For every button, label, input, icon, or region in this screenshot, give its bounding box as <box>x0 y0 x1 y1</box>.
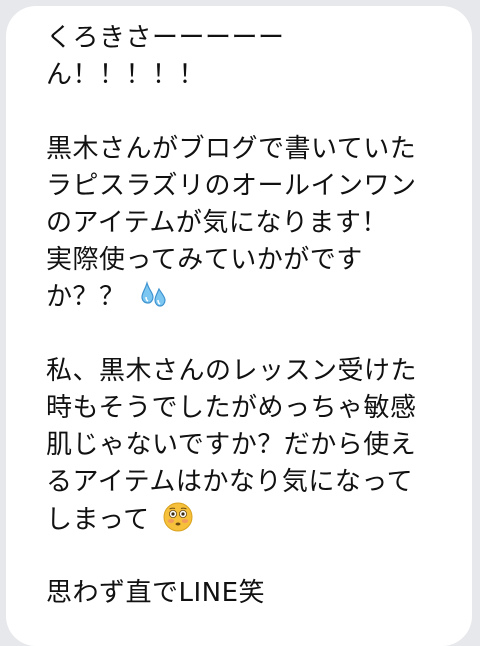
message-line: 肌じゃないですか？だから使え <box>46 430 417 460</box>
message-line: くろきさーーーーー <box>46 23 285 53</box>
message-line-with-emoji: しまって <box>46 501 452 538</box>
message-line: ん！！！！！ <box>46 60 206 90</box>
message-line: 黒木さんがブログで書いていた <box>46 134 417 164</box>
message-line: 思わず直でLINE笑 <box>46 578 266 608</box>
message-line: のアイテムが気になります！ <box>46 208 388 238</box>
message-line: ラピスラズリのオールインワン <box>46 171 417 201</box>
flushed-face-emoji-icon <box>162 501 194 544</box>
message-line: 実際使ってみていかがです <box>46 245 363 275</box>
message-line: 私、黒木さんのレッスン受けた <box>46 356 418 386</box>
message-line-with-emoji: か？？ <box>46 279 452 316</box>
message-line: 時もそうでしたがめっちゃ敏感 <box>46 393 417 423</box>
message-bubble: くろきさーーーーー ん！！！！！ 黒木さんがブログで書いていた ラピスラズリのオ… <box>6 6 472 646</box>
message-text: しまって <box>46 505 150 535</box>
message-text: か？？ <box>46 282 126 312</box>
sweat-droplets-emoji-icon <box>138 280 168 321</box>
message-line: るアイテムはかなり気になって <box>46 467 414 497</box>
